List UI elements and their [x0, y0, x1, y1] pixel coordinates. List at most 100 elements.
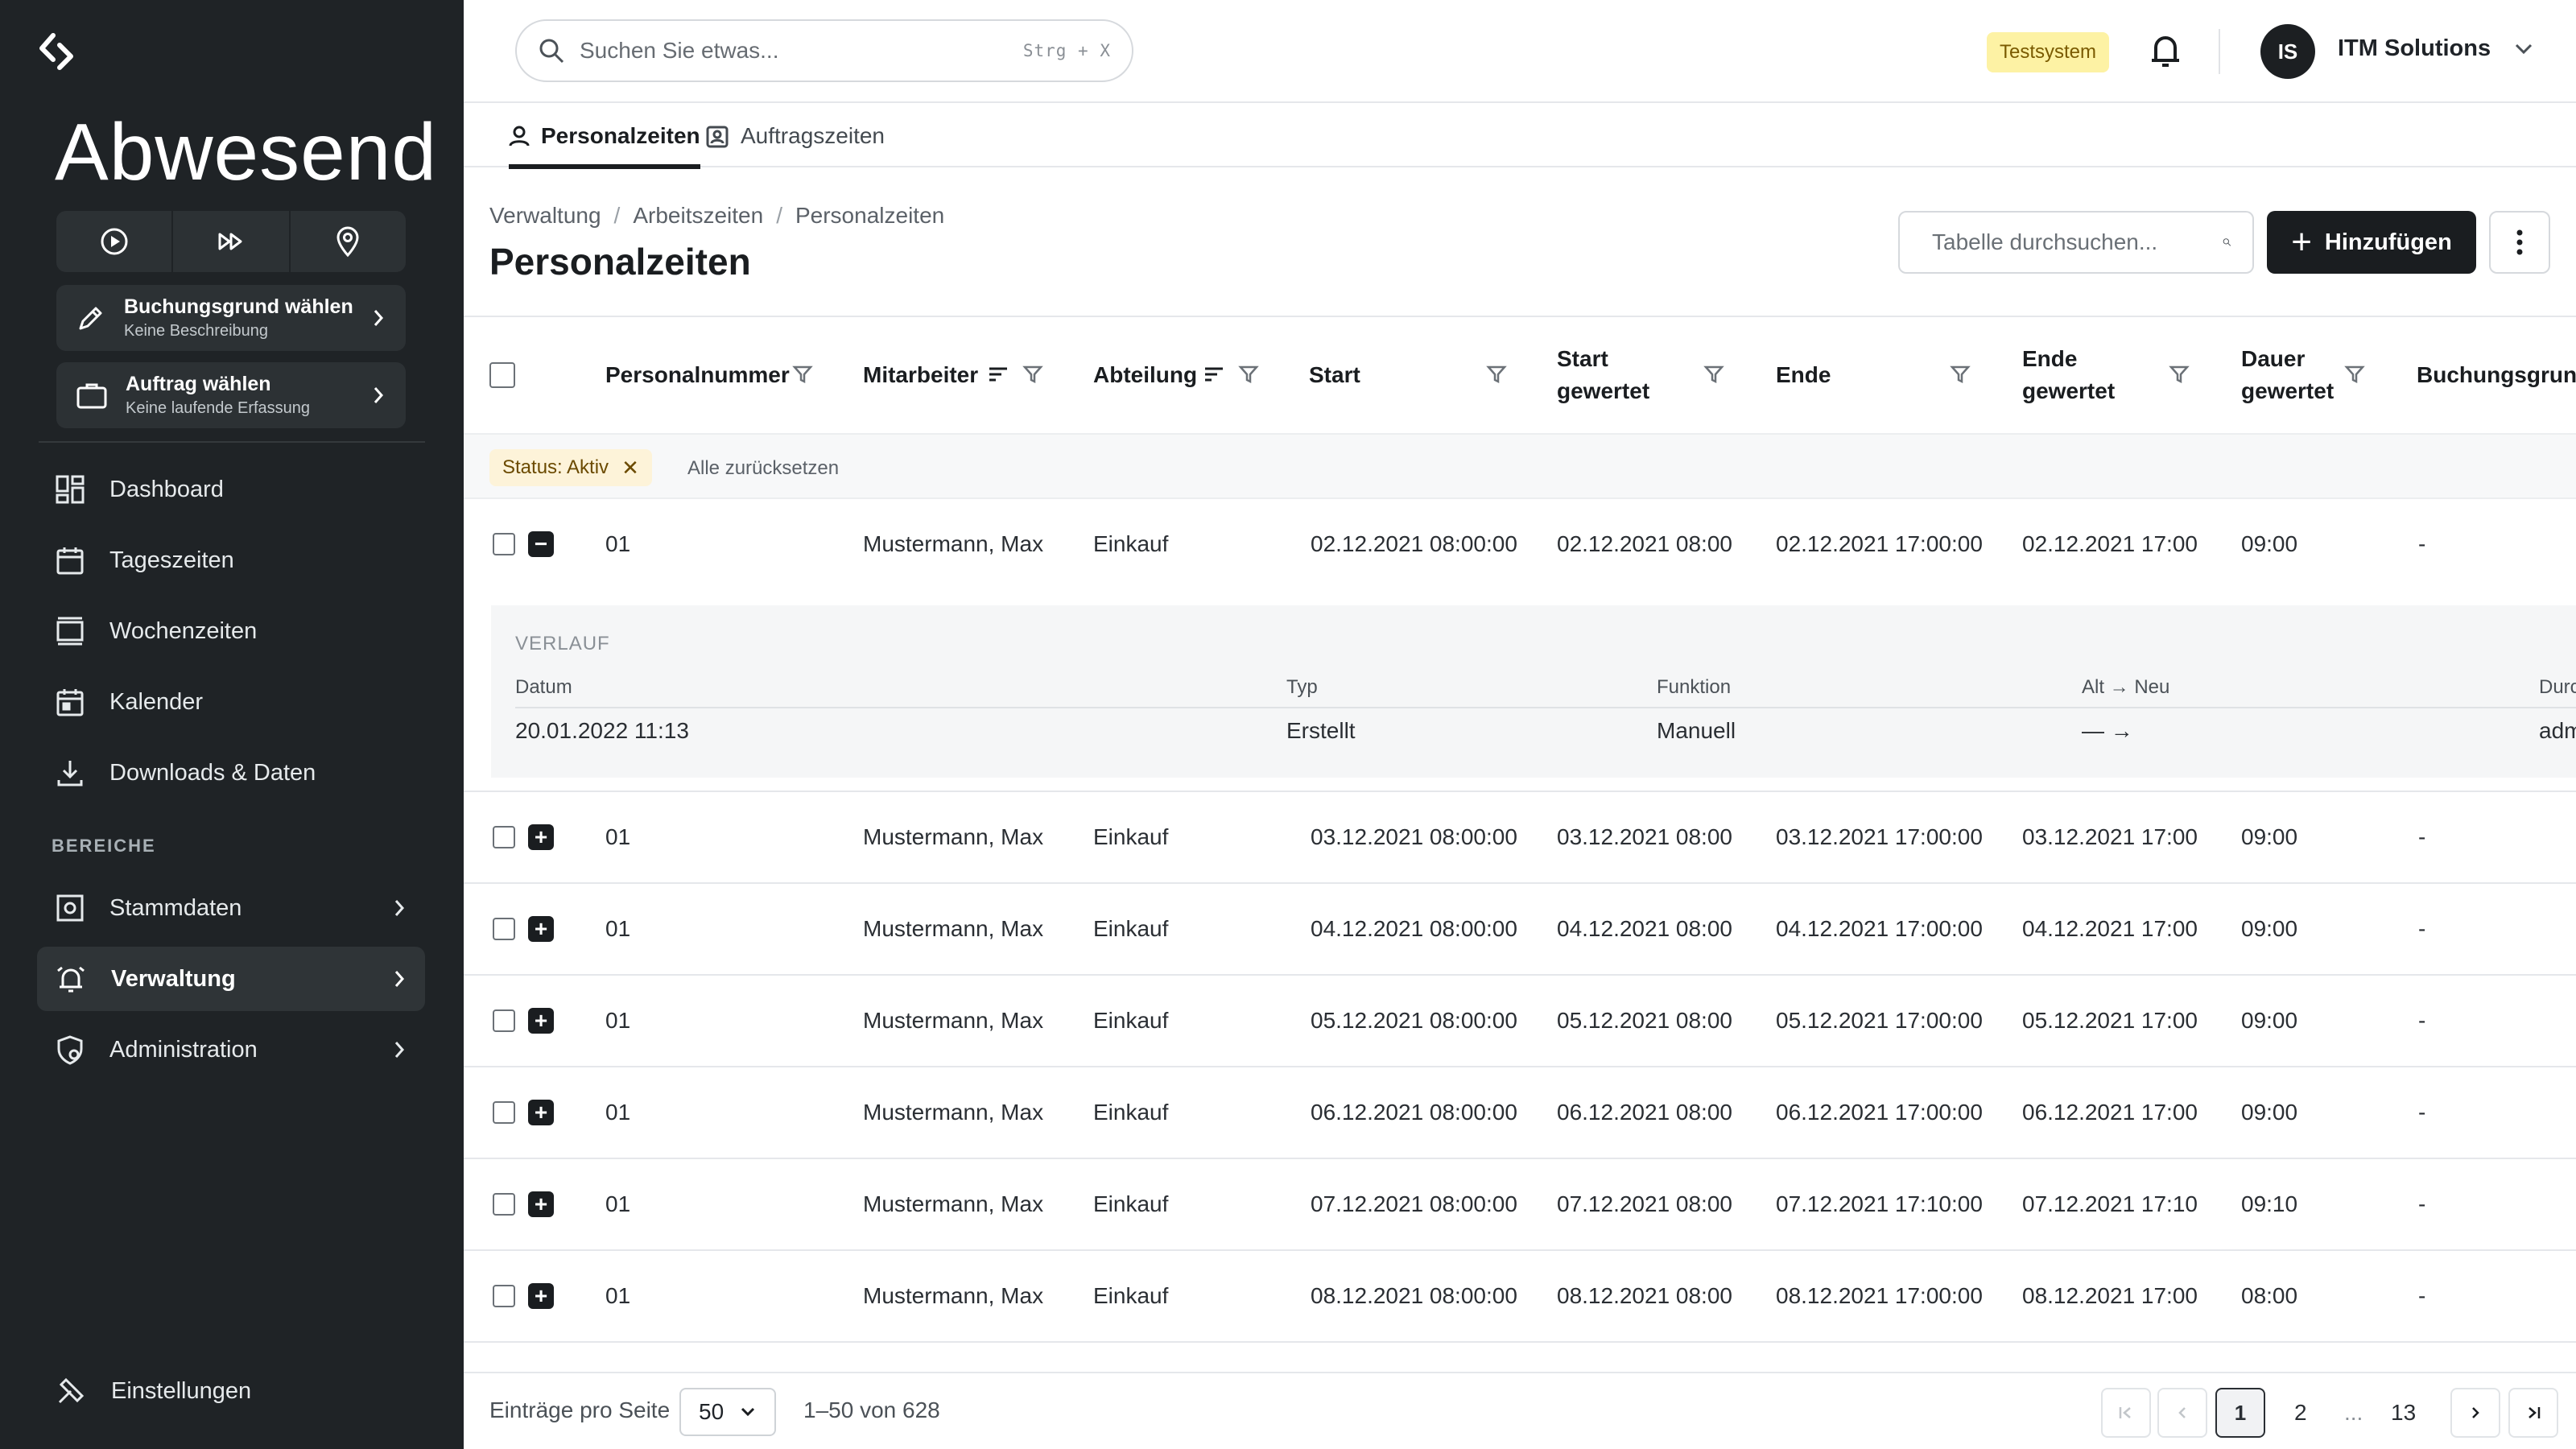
- sidebar-item-tageszeiten[interactable]: Tageszeiten: [37, 528, 425, 592]
- column-abteilung[interactable]: Abteilung: [1093, 317, 1197, 433]
- table-row[interactable]: − 01 Mustermann, Max Einkauf 02.12.2021 …: [464, 499, 2576, 591]
- table-row[interactable]: + 01 Mustermann, Max Einkauf 08.12.2021 …: [464, 1251, 2576, 1343]
- notifications-button[interactable]: [2148, 31, 2183, 75]
- column-personalnummer[interactable]: Personalnummer: [605, 317, 790, 433]
- sort-icon[interactable]: [987, 364, 1009, 385]
- filter-icon[interactable]: [1022, 364, 1043, 385]
- tab-auftragszeiten[interactable]: Auftragszeiten: [705, 105, 885, 167]
- sort-icon[interactable]: [1203, 364, 1225, 385]
- expand-row-button[interactable]: +: [528, 976, 554, 1066]
- collapse-row-button[interactable]: −: [528, 499, 554, 589]
- cell-start: 04.12.2021 08:00:00: [1311, 916, 1517, 941]
- fast-forward-icon: [218, 233, 242, 250]
- row-checkbox[interactable]: [493, 1159, 515, 1249]
- table-row[interactable]: + 01 Mustermann, Max Einkauf 03.12.2021 …: [464, 792, 2576, 884]
- select-all-checkbox[interactable]: [489, 317, 515, 433]
- global-search[interactable]: Strg + X: [515, 19, 1133, 82]
- cell-buchungsgrund: -: [2418, 1100, 2426, 1125]
- filter-icon[interactable]: [1486, 364, 1507, 385]
- plus-icon: +: [528, 824, 554, 850]
- next-page-button[interactable]: [2450, 1388, 2500, 1438]
- row-checkbox[interactable]: [493, 1067, 515, 1158]
- expand-row-button[interactable]: +: [528, 1159, 554, 1249]
- sidebar-item-downloads[interactable]: Downloads & Daten: [37, 741, 425, 805]
- chevron-down-icon: [741, 1407, 755, 1417]
- sidebar-item-dashboard[interactable]: Dashboard: [37, 457, 425, 522]
- search-input[interactable]: [580, 38, 1023, 64]
- filter-icon[interactable]: [1238, 364, 1259, 385]
- expand-row-button[interactable]: +: [528, 884, 554, 974]
- booking-reason-picker[interactable]: Buchungsgrund wählen Keine Beschreibung: [56, 285, 406, 351]
- table-row[interactable]: + 01 Mustermann, Max Einkauf 04.12.2021 …: [464, 884, 2576, 976]
- cell-start-gewertet: 07.12.2021 08:00: [1557, 1191, 1732, 1216]
- table-row[interactable]: + 01 Mustermann, Max Einkauf 07.12.2021 …: [464, 1159, 2576, 1251]
- cell-abteilung: Einkauf: [1093, 1191, 1169, 1216]
- sidebar-item-administration[interactable]: Administration: [37, 1018, 425, 1082]
- play-circle-icon: [101, 228, 128, 255]
- last-page-button[interactable]: [2508, 1388, 2558, 1438]
- minus-icon: −: [528, 531, 554, 557]
- cell-ende: 08.12.2021 17:00:00: [1776, 1283, 1983, 1308]
- sidebar-item-label: Downloads & Daten: [109, 759, 316, 786]
- expand-row-button[interactable]: +: [528, 792, 554, 882]
- breadcrumb-item[interactable]: Arbeitszeiten: [633, 203, 763, 229]
- previous-page-button[interactable]: [2157, 1388, 2207, 1438]
- tab-personalzeiten[interactable]: Personalzeiten: [493, 105, 700, 169]
- first-page-button[interactable]: [2101, 1388, 2151, 1438]
- table-row[interactable]: + 01 Mustermann, Max Einkauf 05.12.2021 …: [464, 976, 2576, 1067]
- filter-icon[interactable]: [2344, 364, 2365, 385]
- column-ende-gewertet[interactable]: Ende gewertet: [2022, 317, 2115, 433]
- column-ende[interactable]: Ende: [1776, 317, 1831, 433]
- row-checkbox[interactable]: [493, 792, 515, 882]
- filter-icon[interactable]: [792, 364, 813, 385]
- table-search[interactable]: [1898, 211, 2254, 274]
- breadcrumb-item[interactable]: Personalzeiten: [795, 203, 944, 229]
- page-button[interactable]: 2: [2294, 1388, 2307, 1438]
- app-logo-icon[interactable]: [35, 31, 77, 72]
- expand-row-button[interactable]: +: [528, 1251, 554, 1341]
- row-checkbox[interactable]: [493, 976, 515, 1066]
- per-page-select[interactable]: 50: [679, 1388, 776, 1436]
- account-menu[interactable]: ITM Solutions: [2338, 35, 2536, 62]
- sidebar-item-einstellungen[interactable]: Einstellungen: [37, 1359, 425, 1423]
- expand-row-button[interactable]: +: [528, 1067, 554, 1158]
- filter-icon[interactable]: [1703, 364, 1724, 385]
- avatar[interactable]: IS: [2260, 24, 2315, 79]
- filter-icon[interactable]: [2169, 364, 2190, 385]
- table-row[interactable]: + 01 Mustermann, Max Einkauf 06.12.2021 …: [464, 1067, 2576, 1159]
- sidebar-item-stammdaten[interactable]: Stammdaten: [37, 876, 425, 940]
- add-button[interactable]: + Hinzufügen: [2267, 211, 2476, 274]
- cell-mitarbeiter: Mustermann, Max: [863, 824, 1044, 849]
- column-buchungsgrund[interactable]: Buchungsgrund: [2417, 317, 2576, 433]
- row-checkbox[interactable]: [493, 1251, 515, 1341]
- table-search-input[interactable]: [1932, 229, 2223, 255]
- sidebar-item-verwaltung[interactable]: Verwaltung: [37, 947, 425, 1011]
- sidebar-item-kalender[interactable]: Kalender: [37, 670, 425, 734]
- chevron-right-icon: [394, 1042, 405, 1058]
- column-dauer-gewertet[interactable]: Dauer gewertet: [2241, 317, 2334, 433]
- breadcrumb-item[interactable]: Verwaltung: [489, 203, 601, 229]
- row-checkbox[interactable]: [493, 499, 515, 589]
- close-icon[interactable]: ✕: [621, 456, 639, 481]
- more-options-button[interactable]: [2489, 211, 2550, 274]
- column-start[interactable]: Start: [1309, 317, 1360, 433]
- filter-icon[interactable]: [1950, 364, 1971, 385]
- sidebar-item-wochenzeiten[interactable]: Wochenzeiten: [37, 599, 425, 663]
- order-picker[interactable]: Auftrag wählen Keine laufende Erfassung: [56, 362, 406, 428]
- fast-forward-button[interactable]: [173, 211, 291, 272]
- column-mitarbeiter[interactable]: Mitarbeiter: [863, 317, 978, 433]
- reset-filters-link[interactable]: Alle zurücksetzen: [687, 457, 839, 480]
- row-checkbox[interactable]: [493, 884, 515, 974]
- cell-abteilung: Einkauf: [1093, 1283, 1169, 1308]
- start-button[interactable]: [56, 211, 174, 272]
- page-button[interactable]: 13: [2391, 1388, 2416, 1438]
- cell-ende: 03.12.2021 17:00:00: [1776, 824, 1983, 849]
- first-page-icon: [2119, 1407, 2131, 1418]
- column-label: Start gewertet: [1557, 343, 1649, 407]
- page-button-current[interactable]: 1: [2215, 1388, 2265, 1438]
- filter-chip[interactable]: Status: Aktiv ✕: [489, 449, 652, 486]
- column-start-gewertet[interactable]: Start gewertet: [1557, 317, 1649, 433]
- alarm-bell-icon: [57, 966, 85, 993]
- column-label-line: Start: [1557, 346, 1608, 371]
- location-button[interactable]: [291, 211, 406, 272]
